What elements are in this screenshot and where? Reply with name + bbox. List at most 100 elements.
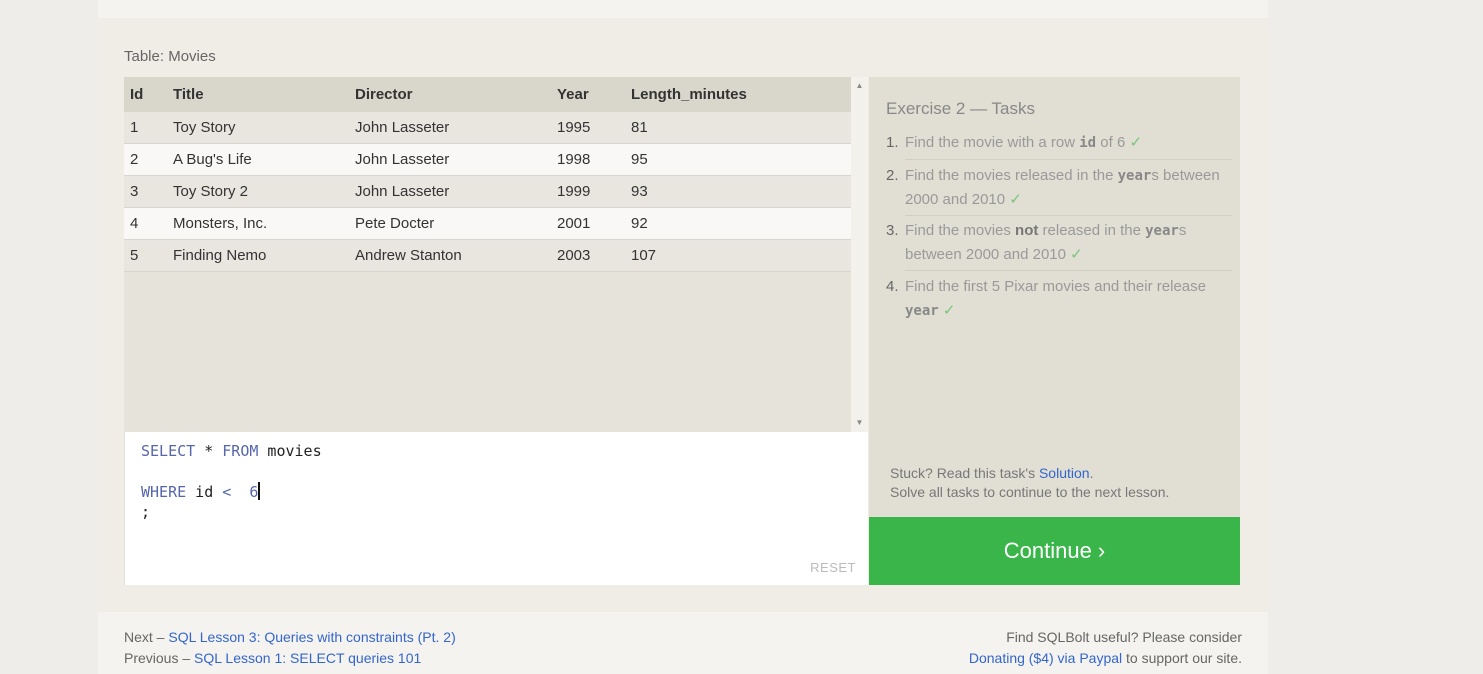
code-star: * [195,442,223,460]
column-header-year: Year [551,77,625,112]
donate-suffix: to support our site. [1122,650,1242,666]
footer: Next – SQL Lesson 3: Queries with constr… [98,612,1268,674]
keyword-from: FROM [222,442,259,460]
previous-lesson-line: Previous – SQL Lesson 1: SELECT queries … [124,650,421,666]
table-row: 1 Toy Story John Lasseter 1995 81 [124,112,851,144]
task-text-part: released in the [1038,222,1146,239]
task-bold-word: not [1015,222,1039,239]
cell-id: 3 [124,175,167,208]
table-row: 2 A Bug's Life John Lasseter 1998 95 [124,143,851,176]
cell-id: 2 [124,143,167,176]
task-text-part: Find the movies released in the [905,167,1118,184]
sql-editor[interactable]: SELECT * FROM movies WHERE id < 6 ; RESE… [124,432,868,585]
tasks-title: Exercise 2 — Tasks [886,99,1035,118]
cell-title: Finding Nemo [167,239,349,272]
cell-year: 1998 [551,143,625,176]
code-line-where: WHERE id < 6 [141,482,261,501]
task-item: 2. Find the movies released in the years… [886,164,1232,212]
next-lesson-link[interactable]: SQL Lesson 3: Queries with constraints (… [168,629,455,645]
solve-all-text: Solve all tasks to continue to the next … [890,484,1170,500]
cell-year: 1999 [551,175,625,208]
task-divider [905,215,1232,216]
stuck-hint: Stuck? Read this task's Solution. Solve … [890,464,1169,502]
stuck-text: Stuck? Read this task's [890,465,1039,481]
cell-director: Andrew Stanton [349,239,551,272]
cell-id: 1 [124,112,167,144]
code-operator: < [222,483,232,501]
table-row: 3 Toy Story 2 John Lasseter 1999 93 [124,175,851,208]
cell-title: Toy Story [167,112,349,144]
task-text-part: Find the movies [905,222,1016,239]
keyword-select: SELECT [141,442,196,460]
cell-year: 2003 [551,239,625,272]
donate-link[interactable]: Donating ($4) via Paypal [969,650,1122,666]
cell-length: 95 [625,143,851,176]
task-text: Find the movies not released in the year… [905,219,1232,267]
check-icon: ✓ [942,302,956,319]
cell-id: 5 [124,239,167,272]
table-row: 5 Finding Nemo Andrew Stanton 2003 107 [124,239,851,272]
check-icon: ✓ [1129,134,1143,151]
scroll-up-arrow-icon[interactable]: ▲ [851,79,868,93]
tasks-panel: Exercise 2 — Tasks 1. Find the movie wit… [869,77,1240,517]
task-item: 3. Find the movies not released in the y… [886,219,1232,267]
task-code: id [1079,135,1097,151]
cell-title: Monsters, Inc. [167,207,349,240]
column-header-director: Director [349,77,551,112]
solution-link[interactable]: Solution [1039,465,1090,481]
previous-lesson-link[interactable]: SQL Lesson 1: SELECT queries 101 [194,650,421,666]
task-item: 4. Find the first 5 Pixar movies and the… [886,275,1232,323]
table-caption: Table: Movies [124,48,216,65]
task-number: 3. [886,222,899,239]
column-header-title: Title [167,77,349,112]
useful-text: Find SQLBolt useful? Please consider [1006,629,1242,645]
stuck-text-end: . [1089,465,1094,481]
cell-director: John Lasseter [349,175,551,208]
results-table-container: Id Title Director Year Length_minutes 1 … [124,77,868,432]
task-text: Find the movies released in the years be… [905,164,1232,212]
task-item: 1. Find the movie with a row id of 6 ✓ [886,131,1232,155]
cell-year: 2001 [551,207,625,240]
results-table: Id Title Director Year Length_minutes 1 … [124,77,851,272]
continue-button[interactable]: Continue › [869,517,1240,585]
next-lesson-line: Next – SQL Lesson 3: Queries with constr… [124,629,456,645]
task-code: year [1117,168,1152,184]
task-number: 4. [886,278,899,295]
column-header-id: Id [124,77,167,112]
task-code: year [905,303,939,319]
reset-button[interactable]: RESET [810,560,856,575]
table-scrollbar[interactable]: ▲ ▼ [851,77,868,432]
text-cursor [258,482,261,500]
code-value: 6 [231,483,259,501]
lesson-page: Table: Movies Id Title Director Year Len… [98,0,1268,674]
cell-length: 92 [625,207,851,240]
cell-director: John Lasseter [349,112,551,144]
cell-year: 1995 [551,112,625,144]
code-table-name: movies [258,442,322,460]
task-divider [905,270,1232,271]
previous-prefix: Previous – [124,650,195,666]
cell-length: 107 [625,239,851,272]
task-number: 1. [886,134,899,151]
cell-length: 93 [625,175,851,208]
task-code: year [1145,223,1179,239]
task-text-part: of 6 [1096,134,1130,151]
scroll-down-arrow-icon[interactable]: ▼ [851,416,868,430]
code-where-column: id [186,483,223,501]
cell-director: Pete Docter [349,207,551,240]
code-line-terminator: ; [141,503,151,521]
cell-title: Toy Story 2 [167,175,349,208]
keyword-where: WHERE [141,483,187,501]
task-text: Find the first 5 Pixar movies and their … [905,275,1232,323]
top-strip [98,0,1268,18]
table-header-row: Id Title Director Year Length_minutes [124,77,851,112]
task-text-part: Find the first 5 Pixar movies and their … [905,278,1206,295]
task-text-part: Find the movie with a row [905,134,1080,151]
task-text: Find the movie with a row id of 6 ✓ [905,131,1232,155]
task-number: 2. [886,167,899,184]
cell-length: 81 [625,112,851,144]
column-header-length: Length_minutes [625,77,851,112]
check-icon: ✓ [1070,246,1083,263]
check-icon: ✓ [1009,191,1022,208]
cell-director: John Lasseter [349,143,551,176]
